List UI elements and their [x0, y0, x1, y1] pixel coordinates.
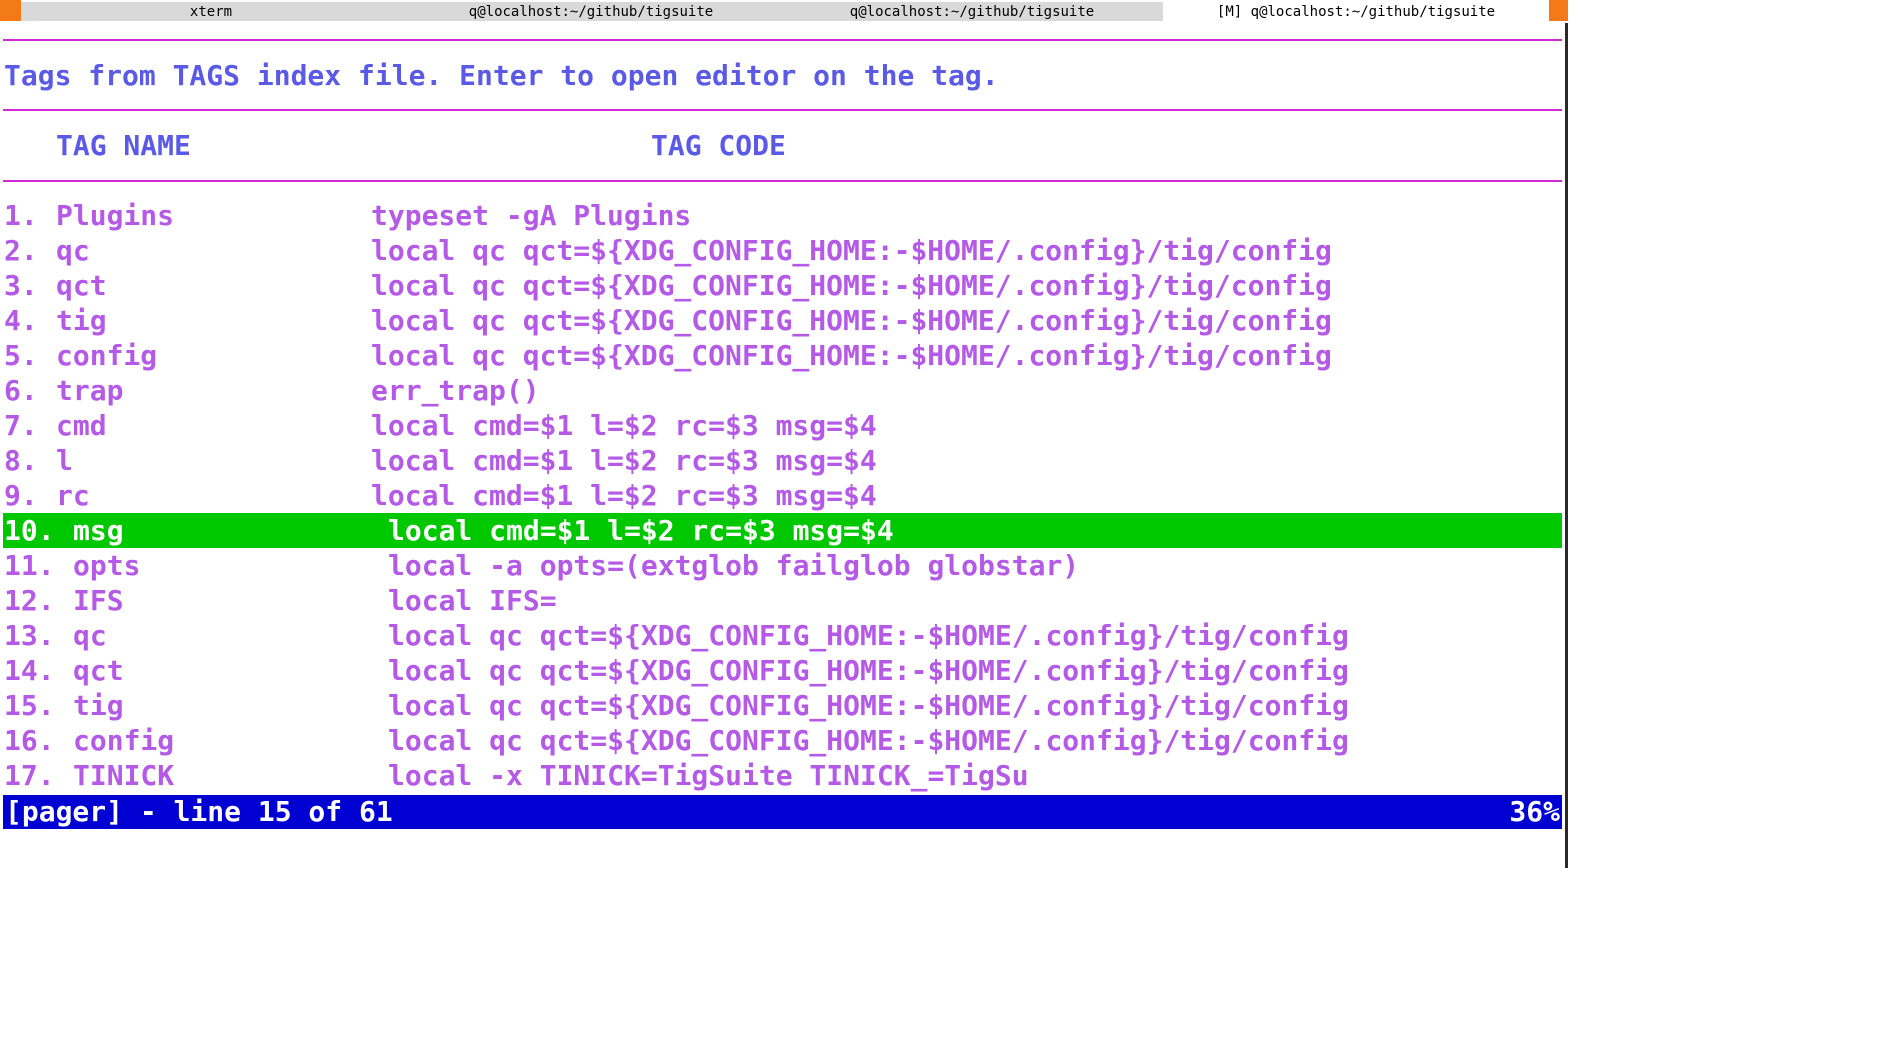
- tag-code: local cmd=$1 l=$2 rc=$3 msg=$4: [371, 479, 877, 512]
- row-number: 17.: [4, 759, 55, 792]
- tag-code: local qc qct=${XDG_CONFIG_HOME:-$HOME/.c…: [388, 654, 1349, 687]
- tag-name: config: [56, 339, 158, 372]
- tag-name: msg: [73, 514, 124, 547]
- row-number: 16.: [4, 724, 55, 757]
- tag-name: TINICK: [73, 759, 175, 792]
- list-item[interactable]: 6. trap err_trap(): [0, 373, 1562, 408]
- tag-name: IFS: [73, 584, 124, 617]
- row-number: 15.: [4, 689, 55, 722]
- list-item[interactable]: 7. cmd local cmd=$1 l=$2 rc=$3 msg=$4: [0, 408, 1562, 443]
- row-number: 9.: [4, 479, 38, 512]
- tab-terminal-2[interactable]: q@localhost:~/github/tigsuite: [401, 2, 781, 21]
- tag-name: trap: [56, 374, 124, 407]
- column-header-tag-name: TAG NAME: [56, 129, 191, 162]
- row-number: 6.: [4, 374, 38, 407]
- row-number: 7.: [4, 409, 38, 442]
- row-number: 13.: [4, 619, 55, 652]
- tag-code: local qc qct=${XDG_CONFIG_HOME:-$HOME/.c…: [388, 724, 1349, 757]
- header-rule-top: [3, 39, 1562, 41]
- tag-name: tig: [73, 689, 124, 722]
- pager-header-text: Tags from TAGS index file. Enter to open…: [4, 59, 999, 92]
- tag-code: err_trap(): [371, 374, 540, 407]
- tag-code: local IFS=: [388, 584, 557, 617]
- tab-bar-left-accent: [0, 0, 21, 21]
- list-item[interactable]: 1. Plugins typeset -gA Plugins: [0, 198, 1562, 233]
- tag-name: rc: [56, 479, 90, 512]
- tag-code: local qc qct=${XDG_CONFIG_HOME:-$HOME/.c…: [388, 689, 1349, 722]
- tag-name: opts: [73, 549, 141, 582]
- list-item[interactable]: 14. qct local qc qct=${XDG_CONFIG_HOME:-$H…: [0, 653, 1562, 688]
- list-item[interactable]: 2. qc local qc qct=${XDG_CONFIG_HOME:-$HOM…: [0, 233, 1562, 268]
- row-number: 12.: [4, 584, 55, 617]
- tag-name: config: [73, 724, 175, 757]
- row-number: 4.: [4, 304, 38, 337]
- row-number: 10.: [4, 514, 55, 547]
- tag-name: Plugins: [56, 199, 175, 232]
- tab-terminal-3[interactable]: q@localhost:~/github/tigsuite: [781, 2, 1163, 21]
- tag-code: local qc qct=${XDG_CONFIG_HOME:-$HOME/.c…: [371, 269, 1332, 302]
- window-tab-bar: xterm q@localhost:~/github/tigsuite q@lo…: [0, 0, 1568, 23]
- tag-code: local cmd=$1 l=$2 rc=$3 msg=$4: [371, 444, 877, 477]
- row-number: 5.: [4, 339, 38, 372]
- tag-name: qct: [73, 654, 124, 687]
- tag-code: typeset -gA Plugins: [371, 199, 692, 232]
- window-right-border: [1565, 23, 1568, 868]
- tag-code: local cmd=$1 l=$2 rc=$3 msg=$4: [388, 514, 894, 547]
- tag-name: qct: [56, 269, 107, 302]
- row-number: 11.: [4, 549, 55, 582]
- tag-code: local qc qct=${XDG_CONFIG_HOME:-$HOME/.c…: [388, 619, 1349, 652]
- list-item-selected[interactable]: 10. msg local cmd=$1 l=$2 rc=$3 msg=$4: [3, 513, 1562, 548]
- list-item[interactable]: 8. l local cmd=$1 l=$2 rc=$3 msg=$4: [0, 443, 1562, 478]
- list-item[interactable]: 12. IFS local IFS=: [0, 583, 1562, 618]
- pager-status-bar: [pager] - line 15 of 61 36%: [3, 795, 1562, 829]
- list-item[interactable]: 16. config local qc qct=${XDG_CONFIG_HOME:…: [0, 723, 1562, 758]
- tag-code: local -a opts=(extglob failglob globstar…: [388, 549, 1080, 582]
- tag-code: local qc qct=${XDG_CONFIG_HOME:-$HOME/.c…: [371, 234, 1332, 267]
- tab-bar-right-accent: [1549, 0, 1568, 21]
- list-item[interactable]: 4. tig local qc qct=${XDG_CONFIG_HOME:-$HO…: [0, 303, 1562, 338]
- list-item[interactable]: 3. qct local qc qct=${XDG_CONFIG_HOME:-$HO…: [0, 268, 1562, 303]
- header-rule-middle: [3, 109, 1562, 111]
- tag-code: local -x TINICK=TigSuite TINICK_=TigSu: [388, 759, 1029, 792]
- status-percent: 36%: [1509, 795, 1560, 828]
- tab-xterm[interactable]: xterm: [21, 2, 401, 21]
- tag-code: local qc qct=${XDG_CONFIG_HOME:-$HOME/.c…: [371, 304, 1332, 337]
- list-item[interactable]: 17. TINICK local -x TINICK=TigSuite TINICK…: [0, 758, 1562, 793]
- tag-name: qc: [56, 234, 90, 267]
- row-number: 2.: [4, 234, 38, 267]
- list-item[interactable]: 15. tig local qc qct=${XDG_CONFIG_HOME:-$H…: [0, 688, 1562, 723]
- tag-list: 1. Plugins typeset -gA Plugins 2. qc local q…: [0, 198, 1568, 793]
- header-rule-bottom: [3, 180, 1562, 182]
- list-item[interactable]: 9. rc local cmd=$1 l=$2 rc=$3 msg=$4: [0, 478, 1562, 513]
- row-number: 14.: [4, 654, 55, 687]
- tag-name: l: [56, 444, 73, 477]
- terminal-area[interactable]: Tags from TAGS index file. Enter to open…: [0, 23, 1568, 868]
- tag-name: cmd: [56, 409, 107, 442]
- tab-terminal-active[interactable]: [M] q@localhost:~/github/tigsuite: [1163, 2, 1549, 21]
- list-item[interactable]: 11. opts local -a opts=(extglob failglob g…: [0, 548, 1562, 583]
- tag-name: qc: [73, 619, 107, 652]
- row-number: 8.: [4, 444, 38, 477]
- tag-code: local qc qct=${XDG_CONFIG_HOME:-$HOME/.c…: [371, 339, 1332, 372]
- list-item[interactable]: 5. config local qc qct=${XDG_CONFIG_HOME:-…: [0, 338, 1562, 373]
- status-line-position: [pager] - line 15 of 61: [5, 795, 393, 828]
- list-item[interactable]: 13. qc local qc qct=${XDG_CONFIG_HOME:-$HO…: [0, 618, 1562, 653]
- row-number: 1.: [4, 199, 38, 232]
- row-number: 3.: [4, 269, 38, 302]
- column-header-tag-code: TAG CODE: [651, 129, 786, 162]
- tag-code: local cmd=$1 l=$2 rc=$3 msg=$4: [371, 409, 877, 442]
- tag-name: tig: [56, 304, 107, 337]
